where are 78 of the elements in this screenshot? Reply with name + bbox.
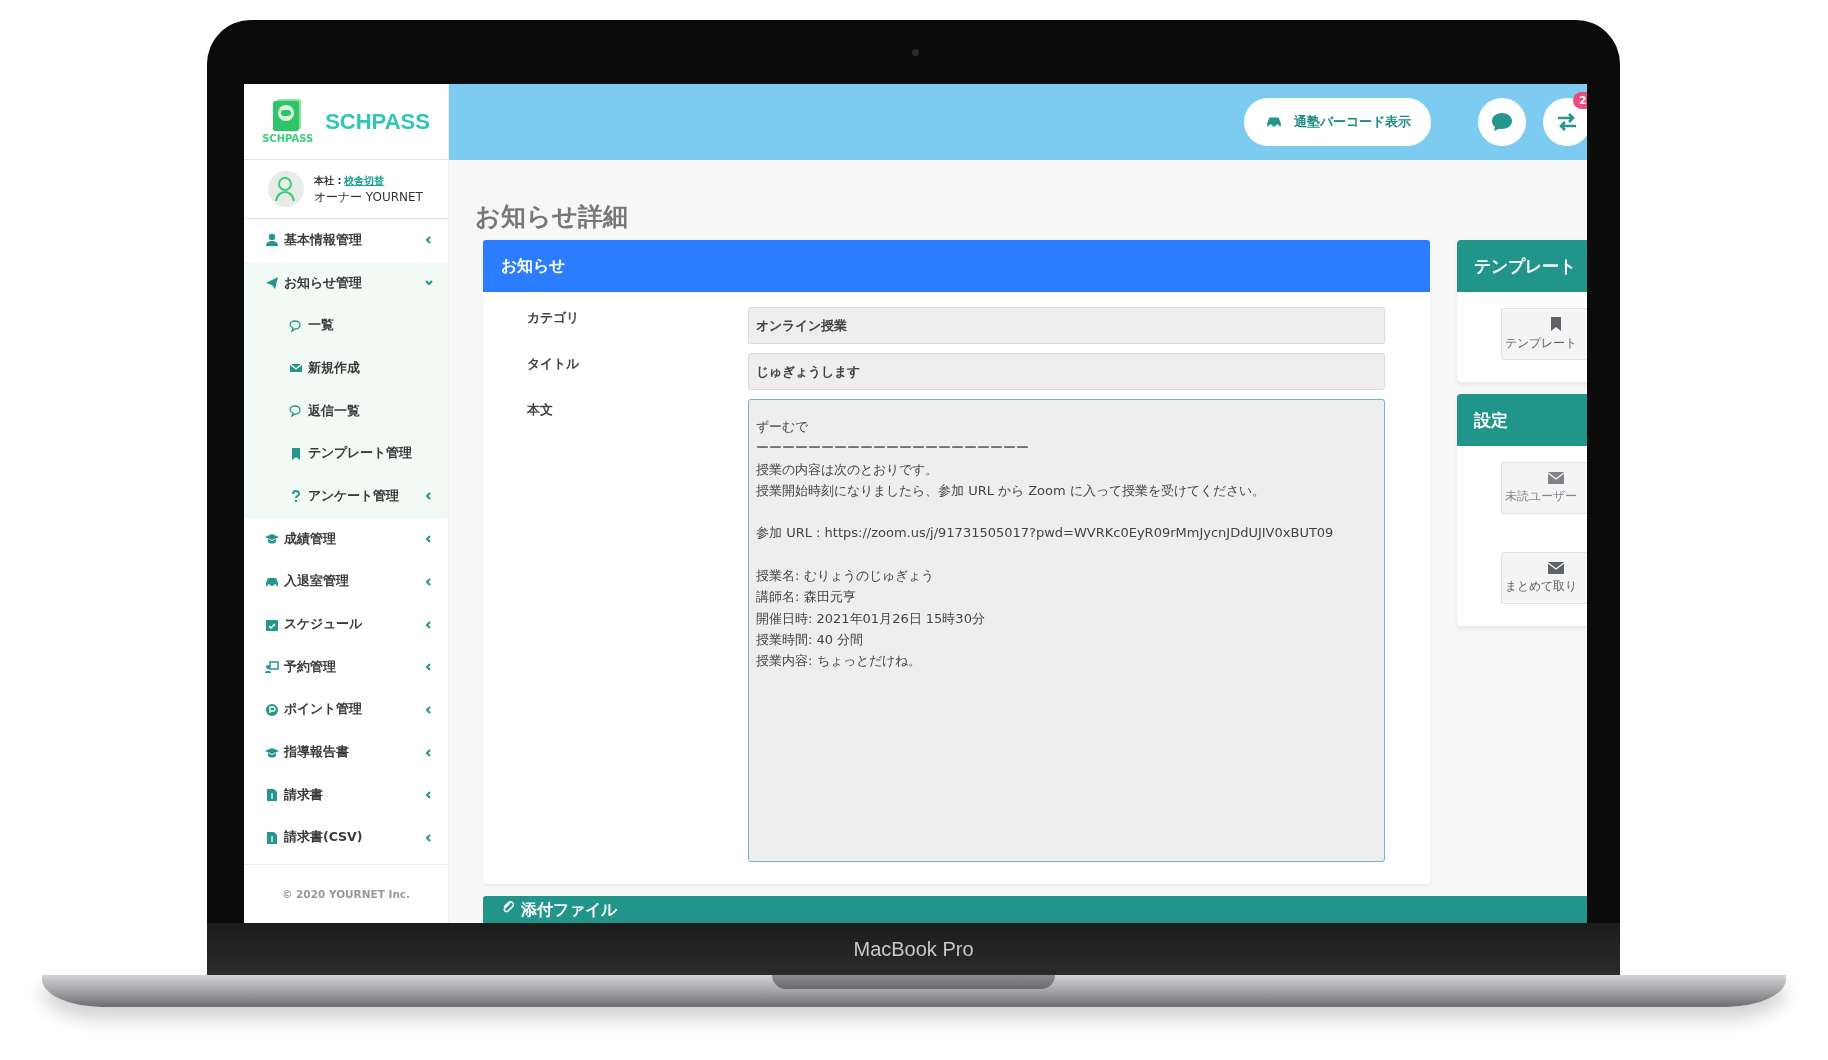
- logo-text: SCHPASS: [325, 108, 430, 135]
- envelope-icon: [1547, 471, 1565, 485]
- panel-button[interactable]: テンプレート: [1501, 308, 1587, 360]
- graduation-cap-icon: [265, 745, 279, 760]
- nav-subitem[interactable]: 返信一覧: [244, 389, 448, 433]
- calendar-icon: [265, 617, 279, 632]
- notification-badge: 2: [1573, 92, 1587, 109]
- paper-plane-icon: [265, 276, 279, 291]
- chevron-left-icon: [424, 790, 434, 801]
- chevron-left-icon: [424, 534, 434, 545]
- nav-item[interactable]: スケジュール: [244, 603, 448, 646]
- presentation-icon: [265, 660, 279, 675]
- point-icon: [265, 702, 279, 717]
- chevron-left-icon: [424, 747, 434, 758]
- paperclip-icon: [501, 900, 515, 914]
- nav-item[interactable]: 成績管理: [244, 517, 448, 561]
- nav-subitem[interactable]: アンケート管理: [244, 475, 448, 518]
- field-label: カテゴリ: [526, 309, 580, 327]
- panel-header: テンプレート: [1457, 240, 1587, 292]
- chat-icon: [289, 404, 303, 419]
- person-icon: [265, 233, 279, 248]
- invoice-icon: [265, 830, 279, 845]
- switch-button[interactable]: [1543, 98, 1587, 146]
- nav-item[interactable]: お知らせ管理: [244, 261, 448, 305]
- field-label: 本文: [526, 401, 554, 419]
- text-line: 参加 URL : https://zoom.us/j/91731505017?pwd=WVRKc0EyR09rMmJycnJDdUJIV0xBUT09: [756, 524, 1335, 543]
- chevron-left-icon: [424, 832, 434, 843]
- camera-icon: [912, 48, 919, 56]
- page-title: お知らせ詳細: [475, 202, 629, 232]
- chevron-left-icon: [424, 576, 434, 587]
- nav-item[interactable]: 入退室管理: [244, 560, 448, 604]
- chevron-left-icon: [424, 704, 434, 715]
- branch-label: 本社 :: [314, 174, 342, 188]
- avatar-icon: [268, 171, 304, 207]
- text-line: 授業名: むりょうのじゅぎょう: [756, 567, 935, 586]
- chevron-left-icon: [424, 235, 434, 246]
- nav-item[interactable]: 指導報告書: [244, 731, 448, 774]
- chat-icon: [289, 318, 303, 333]
- field-label: タイトル: [526, 355, 580, 373]
- barcode-button[interactable]: 通塾バーコード表示: [1244, 98, 1431, 146]
- attachment-card-header: 添付ファイル: [483, 896, 1587, 923]
- nav-item[interactable]: 基本情報管理: [244, 219, 448, 262]
- text-line: 講師名: 森田元亨: [756, 588, 857, 607]
- chat-button[interactable]: [1478, 98, 1526, 146]
- device-label: MacBook Pro: [853, 937, 974, 961]
- chevron-left-icon: [424, 662, 434, 673]
- text-line: 授業内容: ちょっとだけね。: [756, 652, 922, 671]
- bookmark-icon: [289, 446, 303, 461]
- user-name: オーナー YOURNET: [314, 189, 423, 206]
- message-field[interactable]: [748, 399, 1385, 862]
- text-line: 開催日時: 2021年01月26日 15時30分: [756, 609, 986, 628]
- text-line: 授業開始時刻になりましたら、参加 URL から Zoom に入って授業を受けてください。: [756, 481, 1266, 500]
- envelope-icon: [1547, 561, 1565, 575]
- input-field[interactable]: じゅぎょうします: [748, 353, 1385, 390]
- invoice-icon: [265, 788, 279, 803]
- input-field[interactable]: オンライン授業: [748, 307, 1385, 344]
- text-line: 授業時間: 40 分間: [756, 630, 865, 649]
- nav-item[interactable]: ポイント管理: [244, 688, 448, 732]
- logo-icon: [272, 99, 303, 133]
- text-line: 授業の内容は次のとおりです。: [756, 460, 939, 479]
- chat-icon: [1490, 111, 1514, 133]
- text-line: ーーーーーーーーーーーーーーーーーーーーー: [756, 439, 1030, 458]
- bookmark-icon: [1549, 316, 1563, 332]
- nav-subitem[interactable]: テンプレート管理: [244, 432, 448, 476]
- nav-item[interactable]: 請求書(CSV): [244, 816, 448, 860]
- panel-header: 設定: [1457, 394, 1587, 446]
- panel-button[interactable]: まとめて取り: [1501, 552, 1587, 604]
- switch-arrows-icon: [1556, 112, 1578, 132]
- logo-caption: SCHPASS: [262, 133, 314, 144]
- chevron-left-icon: [424, 491, 434, 502]
- nav-item[interactable]: 請求書: [244, 773, 448, 817]
- text-line: ずーむで: [756, 418, 809, 436]
- card-header: お知らせ: [483, 240, 1430, 292]
- nav-subitem[interactable]: 一覧: [244, 304, 448, 348]
- chevron-left-icon: [424, 619, 434, 630]
- nav-subitem[interactable]: 新規作成: [244, 347, 448, 390]
- question-icon: [289, 489, 303, 504]
- nav-item[interactable]: 予約管理: [244, 645, 448, 689]
